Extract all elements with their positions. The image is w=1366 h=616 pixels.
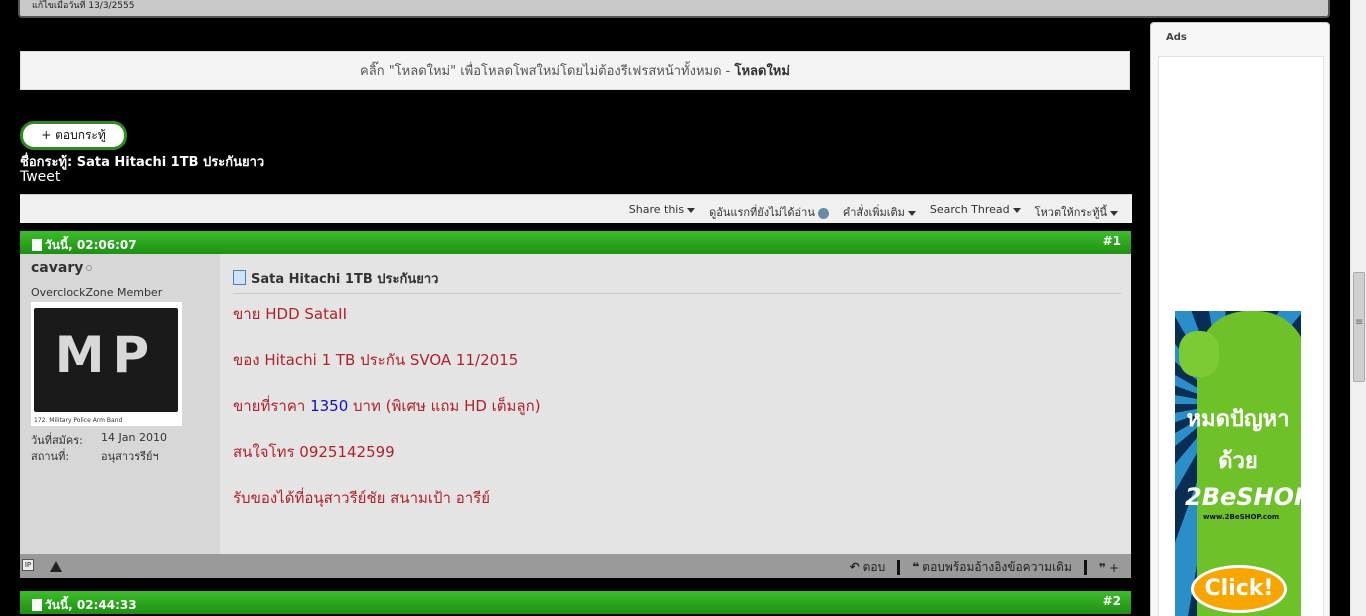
banner-cta: Click! <box>1191 565 1287 613</box>
reload-text: คลิ๊ก "โหลดใหม่" เพื่อโหลดโพสใหม่โดยไม่ต… <box>360 64 735 79</box>
post-document-icon <box>32 599 42 611</box>
search-thread-menu[interactable]: Search Thread <box>930 203 1021 221</box>
edited-note: แก้ไขเมื่อวันที่ 13/3/2555 <box>32 1 135 11</box>
multiquote-icon: ❞ <box>1098 560 1106 575</box>
post-date: วันนี้, 02:06:07 <box>32 236 137 255</box>
username-link[interactable]: cavary <box>31 260 93 276</box>
message-line: ขาย HDD SataII <box>233 305 348 323</box>
reply-arrow-icon: ↶ <box>849 560 860 574</box>
tweet-button[interactable]: Tweet <box>20 169 60 185</box>
banner-logo: 2BeSHOP www.2BeSHOP.com <box>1185 483 1301 521</box>
post-header: วันนี้, 02:44:33 #2 <box>20 591 1131 614</box>
quote-bubble-icon: ❝ <box>912 560 920 574</box>
message-line: ขายที่ราคา 1350 บาท (พิเศษ แถม HD เต็มลู… <box>233 397 541 415</box>
post-content: Sata Hitachi 1TB ประกันยาว ขาย HDD SataI… <box>221 254 1131 554</box>
avatar[interactable]: MP 172. Military Police Arm Band <box>31 302 182 426</box>
caret-down-icon <box>907 210 916 216</box>
post-date: วันนี้, 02:44:33 <box>32 596 137 615</box>
message-line: รับของได้ที่อนุสาวรีย์ชัย สนามเป้า อารีย… <box>233 489 491 507</box>
avatar-armband: MP <box>34 308 178 412</box>
edited-note-strip: แก้ไขเมื่อวันที่ 13/3/2555 <box>18 0 1330 18</box>
message-line: สนใจโทร 0925142599 <box>233 443 395 461</box>
user-title: OverclockZone Member <box>31 286 163 299</box>
rate-thread-menu[interactable]: โหวตให้กระทู้นี้ <box>1035 203 1118 221</box>
ad-banner[interactable]: หมดปัญหา ด้วย 2BeSHOP www.2BeSHOP.com Cli… <box>1175 311 1301 616</box>
banner-url: www.2BeSHOP.com <box>1203 513 1280 521</box>
caret-down-icon <box>1110 210 1118 216</box>
post-footer: IP ↶ ตอบ ❝ ตอบพร้อมอ้างอิงข้อความเดิม ❞ + <box>20 554 1131 578</box>
post-number-link[interactable]: #1 <box>1103 234 1121 248</box>
reload-notice: คลิ๊ก "โหลดใหม่" เพื่อโหลดโพสใหม่โดยไม่ต… <box>20 51 1130 90</box>
reply-button[interactable]: ↶ ตอบ <box>850 558 886 577</box>
post-document-icon <box>32 239 42 251</box>
report-warning-icon[interactable] <box>50 561 62 572</box>
reload-link[interactable]: โหลดใหม่ <box>735 64 790 79</box>
avatar-text: MP <box>54 326 158 384</box>
share-menu[interactable]: Share this <box>629 203 696 221</box>
multiquote-button[interactable]: ❞ + <box>1099 561 1119 575</box>
post-icon <box>233 270 246 285</box>
quote-reply-button[interactable]: ❝ ตอบพร้อมอ้างอิงข้อความเดิม <box>912 558 1072 577</box>
post-title: Sata Hitachi 1TB ประกันยาว <box>233 268 1121 294</box>
caret-down-icon <box>687 207 696 213</box>
avatar-caption: 172. Military Police Arm Band <box>34 417 123 424</box>
post-header: วันนี้, 02:06:07 #1 <box>20 231 1131 254</box>
location: สถานที่: อนุสาวรรีย์ฯ <box>31 450 159 463</box>
ip-icon[interactable]: IP <box>22 559 34 571</box>
ads-title: Ads <box>1166 32 1187 43</box>
scrollbar-thumb[interactable] <box>1353 272 1365 382</box>
post-number-link[interactable]: #2 <box>1103 594 1121 608</box>
post-body: cavary OverclockZone Member MP 172. Mili… <box>20 254 1131 554</box>
banner-hand <box>1179 331 1219 377</box>
message-line: ของ Hitachi 1 TB ประกัน SVOA 11/2015 <box>233 351 519 369</box>
banner-headline: หมดปัญหา <box>1186 407 1290 432</box>
separator <box>1083 560 1087 575</box>
first-unread-link[interactable]: ดูอันแรกที่ยังไม่ได้อ่าน <box>709 203 829 221</box>
caret-down-icon <box>1012 207 1021 213</box>
price-text: 1350 <box>310 397 349 415</box>
more-commands-menu[interactable]: คำสั่งเพิ่มเติม <box>843 203 916 221</box>
user-info-panel: cavary OverclockZone Member MP 172. Mili… <box>20 254 220 554</box>
banner-subline: ด้วย <box>1218 449 1258 474</box>
reply-thread-button[interactable]: + ตอบกระทู้ <box>20 121 127 150</box>
separator <box>897 560 901 575</box>
page-scrollbar[interactable] <box>1350 0 1366 616</box>
offline-status-icon <box>86 265 93 271</box>
go-first-unread-icon <box>817 207 829 219</box>
thread-toolbar: Share this ดูอันแรกที่ยังไม่ได้อ่าน คำสั… <box>20 194 1132 223</box>
